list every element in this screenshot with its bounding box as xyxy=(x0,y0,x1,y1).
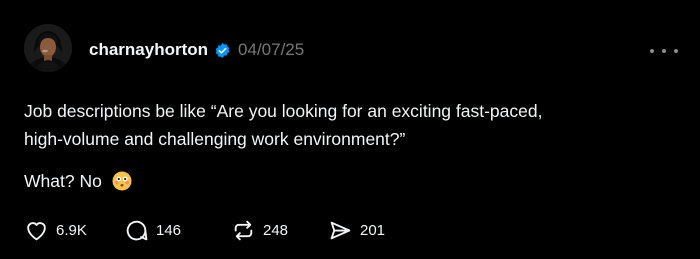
flushed-face-emoji-icon xyxy=(112,171,132,191)
like-button[interactable]: 6.9K xyxy=(24,218,124,243)
post-text-reply: What? No xyxy=(24,171,102,191)
like-count: 6.9K xyxy=(56,221,87,239)
send-icon xyxy=(330,221,351,239)
verified-badge-icon xyxy=(214,42,231,59)
thread-post: charnayhorton 04/07/25 Job descriptions … xyxy=(0,0,700,259)
avatar[interactable] xyxy=(24,24,72,72)
post-text-line: Job descriptions be like “Are you lookin… xyxy=(24,101,543,121)
username[interactable]: charnayhorton xyxy=(89,40,208,60)
heart-icon xyxy=(27,221,46,240)
avatar-photo xyxy=(24,24,72,72)
share-count: 201 xyxy=(360,221,386,239)
post-body: Job descriptions be like “Are you lookin… xyxy=(24,97,684,195)
share-button[interactable]: 201 xyxy=(328,218,408,243)
repost-count: 248 xyxy=(263,221,289,239)
post-text-line: high-volume and challenging work environ… xyxy=(24,129,406,149)
post-text-line: What? No xyxy=(24,167,684,195)
repost-button[interactable]: 248 xyxy=(231,218,328,243)
post-header: charnayhorton 04/07/25 xyxy=(89,38,304,62)
comment-icon xyxy=(126,220,148,240)
more-options-icon[interactable] xyxy=(650,44,678,58)
reply-button[interactable]: 146 xyxy=(124,218,231,243)
repost-icon xyxy=(234,220,253,240)
post-date: 04/07/25 xyxy=(238,40,305,59)
post-actions: 6.9K 146 248 201 xyxy=(24,216,408,244)
reply-count: 146 xyxy=(156,221,182,239)
